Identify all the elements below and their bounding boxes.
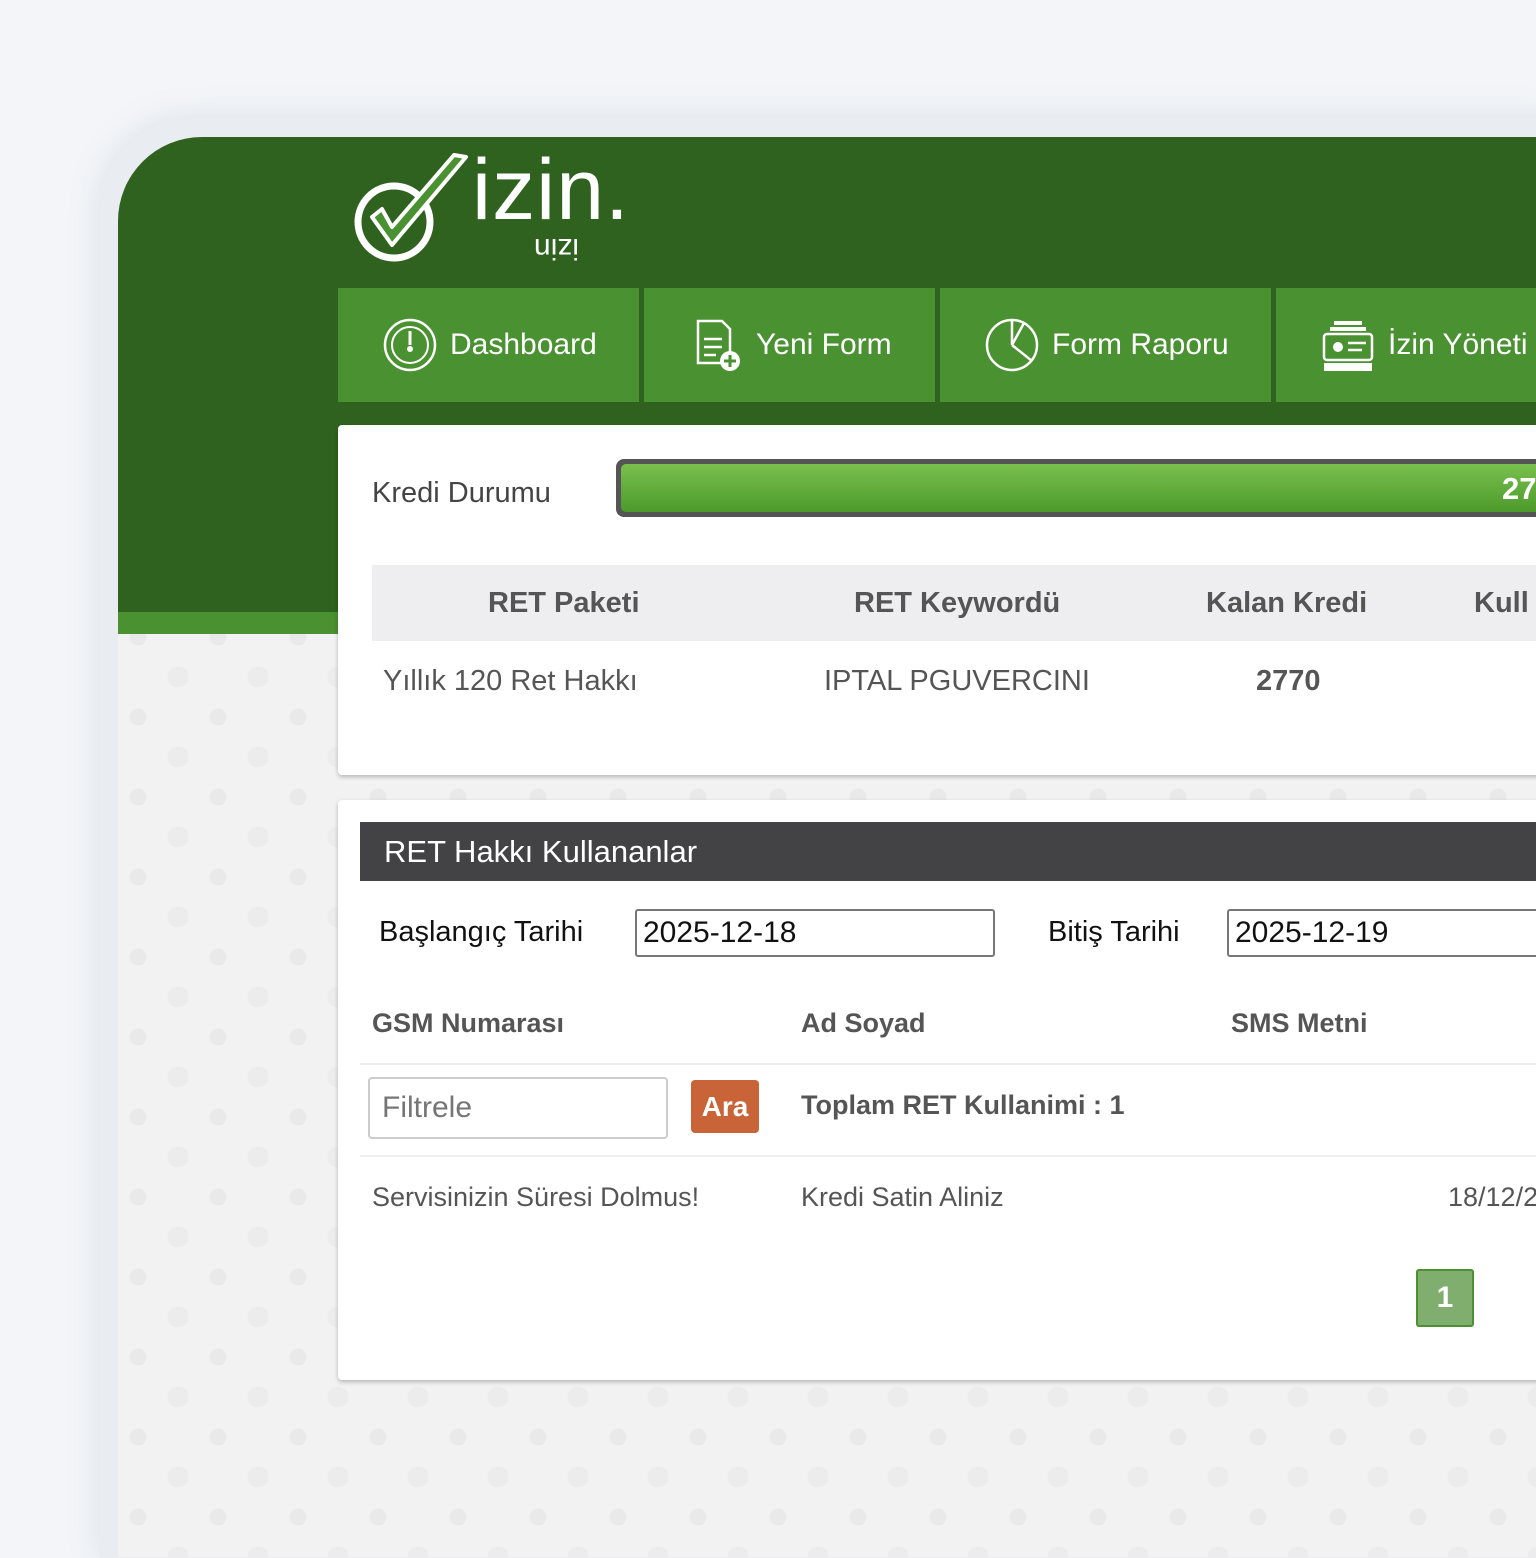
credit-progress-value: 2769 [1502,471,1536,506]
gsm-cell: Servisinizin Süresi Dolmus! [372,1182,700,1212]
nav-dashboard[interactable]: Dashboard [338,288,639,402]
date-cell: 18/12/2 [1448,1182,1536,1212]
nav-label: Form Raporu [1052,328,1229,361]
credit-status-card: Kredi Durumu 2769 RET Paketi RET Keyword… [338,425,1536,775]
column-full-name: Ad Soyad [801,1008,926,1038]
new-form-icon [688,317,744,373]
column-sms-text: SMS Metni [1231,1008,1368,1038]
nav-form-report[interactable]: Form Raporu [940,288,1271,402]
credit-progress-bar: 2769 [616,459,1536,517]
app-window: izin. izin Dashboard Yeni Form Form Rapo… [118,137,1536,1557]
package-table-header: RET Paketi RET Keywordü Kalan Kredi Kull [372,565,1536,641]
start-date-input[interactable]: 2025-12-18 [635,909,995,957]
pie-chart-icon [984,317,1040,373]
end-date-label: Bitiş Tarihi [1048,916,1180,948]
name-cell: Kredi Satin Aliniz [801,1182,1004,1212]
column-ret-package: RET Paketi [488,587,640,619]
credit-progress-fill: 2769 [621,464,1536,512]
logo-text: izin. [472,142,630,238]
id-card-stack-icon [1320,317,1376,373]
nav-permission-management[interactable]: İzin Yöneti [1276,288,1536,402]
package-keyword-cell: IPTAL PGUVERCINI [824,665,1090,697]
nav-label: Yeni Form [756,328,892,361]
column-remaining-credit: Kalan Kredi [1206,587,1368,619]
credit-status-label: Kredi Durumu [372,477,551,509]
divider [360,1155,1536,1157]
main-nav: Dashboard Yeni Form Form Raporu İzin Yön… [338,288,1536,402]
nav-label: İzin Yöneti [1388,328,1528,361]
nav-label: Dashboard [450,328,597,361]
search-button[interactable]: Ara [691,1080,759,1133]
column-ret-keyword: RET Keywordü [854,587,1061,619]
table-row: Yıllık 120 Ret Hakkı IPTAL PGUVERCINI 27… [372,641,1536,717]
dashboard-gauge-icon [382,317,438,373]
package-name-cell: Yıllık 120 Ret Hakkı [383,665,638,697]
nav-new-form[interactable]: Yeni Form [644,288,935,402]
filter-input[interactable] [368,1077,668,1139]
column-gsm-number: GSM Numarası [372,1008,565,1038]
start-date-label: Başlangıç Tarihi [379,916,584,948]
ret-users-title: RET Hakkı Kullananlar [360,822,1536,881]
column-used: Kull [1474,587,1529,619]
remaining-credit-cell: 2770 [1256,665,1321,697]
divider [360,1063,1536,1065]
logo-mirror-text: izin [534,232,580,265]
total-ret-usage: Toplam RET Kullanimi : 1 [801,1090,1125,1120]
ret-users-card: RET Hakkı Kullananlar Başlangıç Tarihi 2… [338,800,1536,1380]
end-date-input[interactable]: 2025-12-19 [1227,909,1536,957]
pagination-page-1[interactable]: 1 [1416,1269,1474,1327]
izin-logo[interactable]: izin. izin [354,142,634,267]
checkmark-logo-icon [354,153,468,262]
